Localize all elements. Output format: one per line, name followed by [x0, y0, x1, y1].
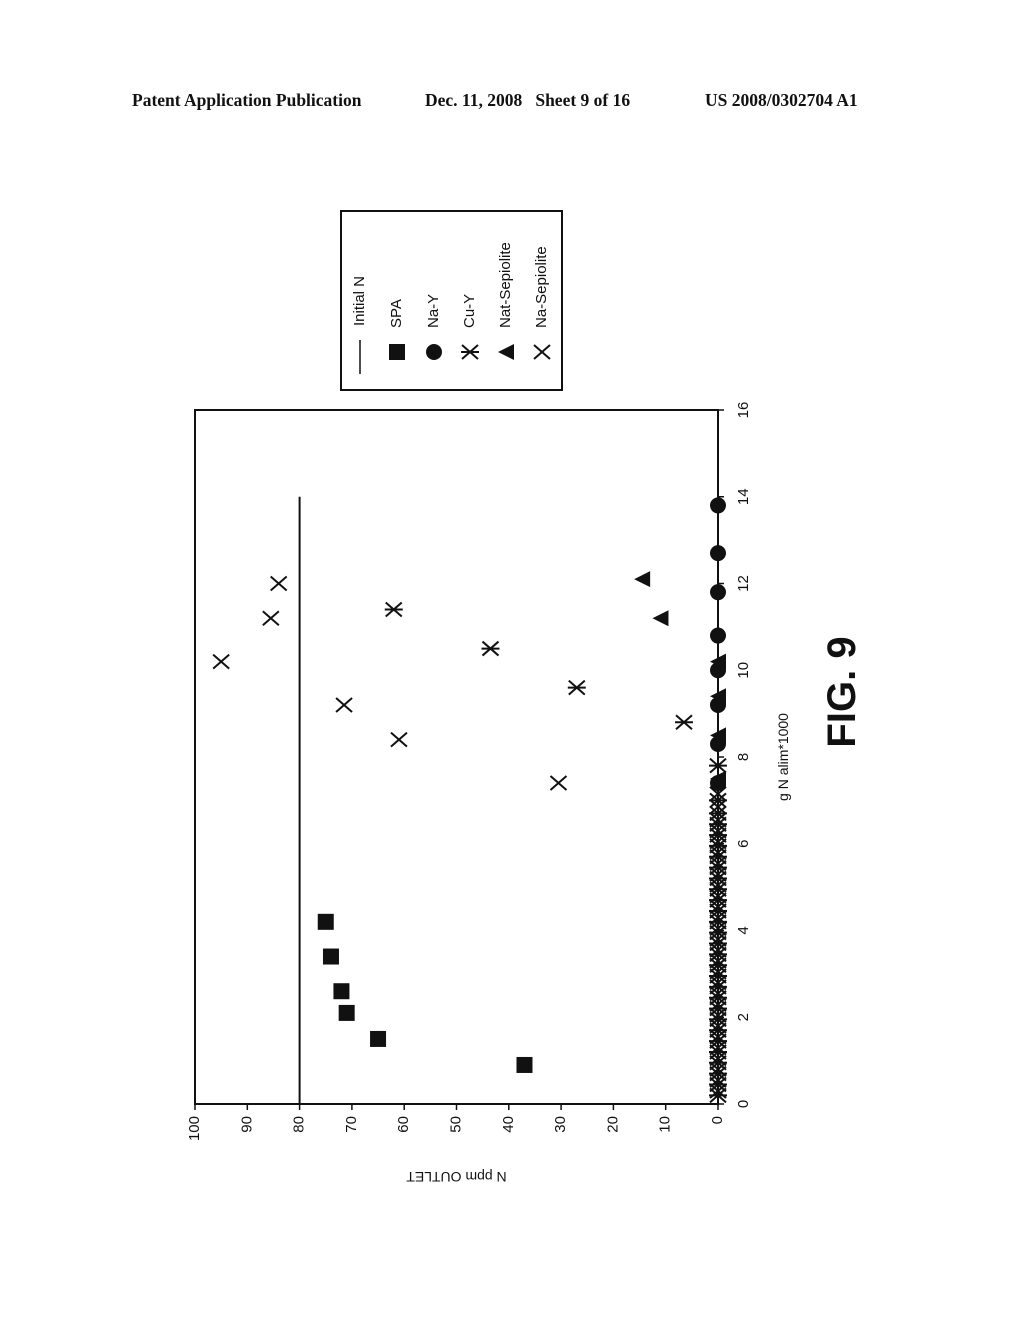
- y-tick-label: 50: [447, 1116, 464, 1133]
- legend-box: [340, 210, 563, 391]
- circle-point: [710, 584, 726, 601]
- figure-chart: 0 10 20 30 40 50 60 70 80 90 100 0 2 4 6 8 10 12 14 16 Init…: [186, 210, 864, 1185]
- circle-point: [710, 545, 726, 562]
- legend-label: Na-Sepiolite: [533, 246, 550, 328]
- square-point: [317, 913, 334, 930]
- legend-label: Na-Y: [425, 294, 442, 328]
- asterisk-point: [384, 601, 403, 618]
- x-point: [335, 697, 353, 713]
- triangle-point: [652, 610, 669, 627]
- series-na-sepiolite: [212, 575, 727, 1099]
- x-tick-label: 0: [735, 1100, 752, 1108]
- y-tick-label: 90: [238, 1116, 255, 1133]
- y-axis-title: N ppm OUTLET: [406, 1169, 507, 1185]
- plot-frame: [194, 409, 719, 1105]
- x-tick-label: 14: [735, 488, 752, 505]
- y-tick-label: 80: [291, 1116, 308, 1133]
- x-tick-label: 2: [735, 1013, 752, 1021]
- axis-ticks: 0 10 20 30 40 50 60 70 80 90 100 0 2 4 6 8 10 12 14 16: [186, 402, 752, 1141]
- asterisk-point: [675, 714, 694, 731]
- series-spa: [317, 913, 533, 1073]
- y-tick-label: 40: [500, 1116, 517, 1133]
- x-tick-label: 16: [735, 402, 752, 419]
- y-tick-label: 30: [552, 1116, 569, 1133]
- x-tick-label: 8: [735, 753, 752, 761]
- legend: Initial N SPA Na-Y Cu-Y Nat-Sepiolite Na-Sepi…: [340, 210, 563, 391]
- legend-square-icon: [389, 344, 405, 360]
- y-tick-label: 0: [709, 1116, 726, 1124]
- x-point: [212, 653, 230, 670]
- y-tick-label: 70: [343, 1116, 360, 1133]
- asterisk-point: [567, 679, 586, 696]
- x-point: [549, 775, 568, 791]
- square-point: [338, 1004, 355, 1021]
- triangle-point: [634, 571, 651, 588]
- legend-label: Initial N: [351, 276, 368, 326]
- x-tick-label: 10: [735, 662, 752, 679]
- legend-circle-icon: [426, 344, 442, 360]
- series-cu-y: [384, 601, 727, 1104]
- x-tick-label: 6: [735, 840, 752, 848]
- circle-point: [710, 627, 726, 644]
- asterisk-point: [481, 640, 500, 657]
- figure-caption: FIG. 9: [820, 636, 864, 747]
- square-point: [516, 1056, 533, 1073]
- y-tick-label: 60: [395, 1116, 412, 1133]
- plot-border: [194, 409, 719, 1105]
- square-point: [370, 1030, 387, 1047]
- y-tick-label: 10: [657, 1116, 674, 1133]
- x-tick-label: 4: [735, 926, 752, 934]
- legend-label: Cu-Y: [461, 294, 478, 328]
- legend-label: SPA: [388, 299, 405, 328]
- x-tick-label: 12: [735, 575, 752, 592]
- x-point: [270, 575, 288, 592]
- series-nat-sepiolite: [634, 571, 726, 787]
- series-layer: [212, 496, 727, 1104]
- legend-item: Na-Y: [425, 294, 442, 360]
- square-point: [333, 983, 350, 1000]
- y-tick-label: 100: [186, 1116, 203, 1141]
- y-tick-label: 20: [604, 1116, 621, 1133]
- legend-label: Nat-Sepiolite: [497, 242, 514, 328]
- circle-point: [710, 497, 726, 514]
- square-point: [322, 948, 339, 965]
- x-point: [262, 610, 280, 626]
- x-point: [390, 731, 408, 748]
- x-axis-title: g N alim*1000: [775, 713, 791, 801]
